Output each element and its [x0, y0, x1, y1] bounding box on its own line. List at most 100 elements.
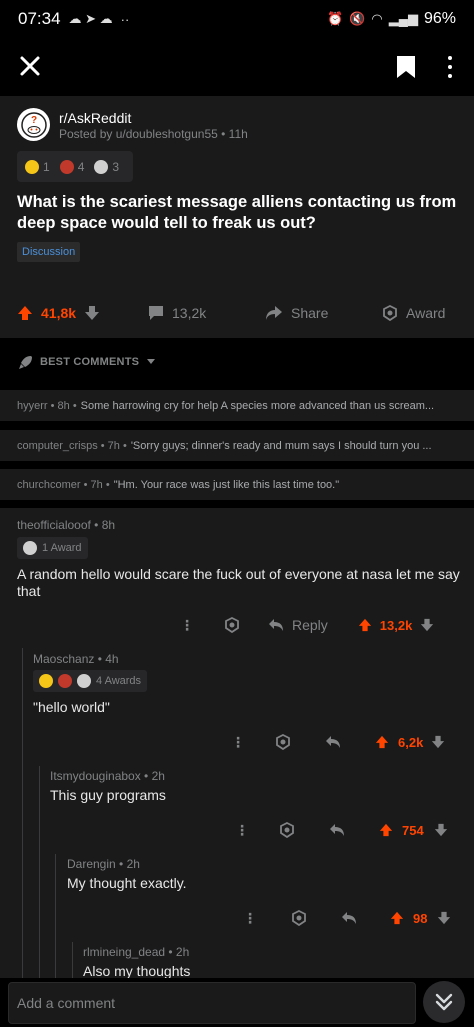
status-extra: ··: [120, 11, 130, 27]
downvote-icon[interactable]: [437, 911, 451, 925]
upvote-icon[interactable]: [390, 911, 404, 925]
comment-awards[interactable]: 4 Awards: [33, 670, 148, 692]
comment-author[interactable]: Darengin • 2h: [67, 857, 140, 871]
post-actions: 41,8k 13,2k Share Award: [0, 296, 474, 330]
thread-line[interactable]: [72, 942, 73, 978]
award-count: 4: [77, 159, 85, 174]
signal-icon: ▂▄▆: [388, 11, 418, 26]
post-flair[interactable]: Discussion: [17, 242, 81, 262]
more-icon[interactable]: ⋮: [180, 617, 194, 634]
comment-body: This guy programs: [50, 787, 166, 803]
award-count: 1: [43, 159, 50, 174]
comment-score: 6,2k: [398, 734, 424, 750]
post-card: ? r/AskReddit Posted by u/doubleshotgun5…: [0, 96, 474, 338]
more-options-button[interactable]: [440, 52, 460, 82]
comment-author[interactable]: Itsmydouginabox • 2h: [50, 769, 165, 783]
share-icon: [266, 306, 282, 320]
upvote-icon[interactable]: [17, 305, 33, 321]
thread-line[interactable]: [22, 648, 23, 978]
comment-actions: ⋮ 6,2k: [231, 730, 445, 754]
downvote-icon[interactable]: [420, 618, 434, 632]
share-button[interactable]: Share: [265, 305, 328, 321]
comment-author[interactable]: Maoschanz • 4h: [33, 652, 119, 666]
comment-author[interactable]: rlmineing_dead • 2h: [83, 945, 189, 959]
comment-preview: 'Sorry guys; dinner's ready and mum says…: [130, 439, 432, 452]
comment-body: "hello world": [33, 699, 110, 715]
award-icon[interactable]: [224, 617, 240, 633]
downvote-icon[interactable]: [434, 823, 448, 837]
more-icon[interactable]: ⋮: [243, 910, 257, 927]
askreddit-logo-icon: ?: [20, 111, 47, 138]
subreddit-avatar[interactable]: ?: [17, 108, 50, 141]
award-icon[interactable]: [291, 910, 307, 926]
post-awards[interactable]: 1 4 3: [17, 151, 133, 182]
more-icon[interactable]: ⋮: [235, 822, 249, 839]
collapsed-comment[interactable]: churchcomer • 7h • "Hm. Your race was ju…: [0, 469, 474, 500]
comment-icon: [149, 306, 163, 320]
reply-button[interactable]: Reply: [292, 617, 328, 633]
collapsed-comment[interactable]: computer_crisps • 7h • 'Sorry guys; dinn…: [0, 430, 474, 461]
gold-award-icon: [58, 674, 72, 688]
comment-sort-button[interactable]: BEST COMMENTS: [0, 338, 474, 386]
next-comment-button[interactable]: [423, 981, 465, 1023]
wholesome-award-icon: [25, 159, 39, 174]
silver-award-icon: [77, 674, 91, 688]
upvote-icon[interactable]: [358, 618, 372, 632]
comment-body: A random hello would scare the fuck out …: [17, 566, 460, 599]
comment-meta: churchcomer • 7h •: [17, 478, 110, 491]
comment-preview: "Hm. Your race was just like this last t…: [113, 478, 340, 491]
bookmark-icon: [397, 56, 415, 78]
comment-awards[interactable]: 1 Award: [17, 537, 88, 559]
comment-body: Also my thoughts: [83, 963, 191, 978]
comments-button[interactable]: 13,2k: [148, 305, 206, 321]
silver-award-icon: [23, 541, 37, 555]
comment-actions: ⋮ 98: [243, 906, 451, 930]
more-icon: [448, 56, 452, 60]
add-comment-input[interactable]: Add a comment: [8, 982, 416, 1024]
share-label: Share: [291, 305, 329, 321]
award-icon: [383, 305, 397, 321]
comment-body: My thought exactly.: [67, 875, 187, 891]
collapsed-comment[interactable]: hyyerr • 8h • Some harrowing cry for hel…: [0, 390, 474, 421]
rocket-icon: [19, 355, 32, 369]
wholesome-award-icon: [39, 674, 53, 688]
comment-thread: theofficialooof • 8h 1 Award A random he…: [0, 508, 474, 978]
reply-icon[interactable]: [341, 911, 357, 925]
post-vote: 41,8k: [17, 305, 100, 321]
upvote-icon[interactable]: [379, 823, 393, 837]
comment-author[interactable]: theofficialooof • 8h: [17, 518, 115, 532]
thread-line[interactable]: [55, 854, 56, 978]
comment-score: 754: [402, 822, 424, 838]
comment-meta: computer_crisps • 7h •: [17, 439, 127, 452]
comment-score: 13,2k: [379, 617, 413, 633]
comment-actions: ⋮ Reply 13,2k: [180, 613, 434, 637]
reply-icon[interactable]: [329, 823, 345, 837]
awards-label: 1 Award: [42, 542, 82, 554]
close-button[interactable]: [16, 52, 44, 80]
svg-text:?: ?: [30, 115, 36, 126]
award-icon[interactable]: [275, 734, 291, 750]
subreddit-name[interactable]: r/AskReddit: [59, 110, 131, 126]
post-meta: Posted by u/doubleshotgun55 • 11h: [59, 127, 248, 141]
mute-icon: 🔇: [349, 11, 366, 26]
battery-level: 96%: [423, 10, 456, 27]
sort-label: BEST COMMENTS: [40, 356, 140, 368]
thread-line[interactable]: [39, 766, 40, 978]
more-icon[interactable]: ⋮: [231, 734, 245, 751]
chevron-down-icon: [147, 359, 156, 364]
close-icon: [20, 56, 40, 76]
upvote-icon[interactable]: [375, 735, 389, 749]
downvote-icon[interactable]: [431, 735, 445, 749]
save-button[interactable]: [395, 54, 417, 80]
top-bar: [0, 38, 474, 96]
reply-icon[interactable]: [325, 735, 341, 749]
award-label: Award: [406, 305, 446, 321]
downvote-icon[interactable]: [84, 305, 100, 321]
comments-count: 13,2k: [172, 305, 207, 321]
gold-award-icon: [59, 159, 74, 174]
award-icon[interactable]: [279, 822, 295, 838]
wifi-icon: ◠: [371, 11, 383, 26]
notification-icons: ☁ ➤ ☁: [68, 11, 113, 26]
reply-icon[interactable]: [268, 618, 284, 632]
award-button[interactable]: Award: [382, 305, 445, 321]
